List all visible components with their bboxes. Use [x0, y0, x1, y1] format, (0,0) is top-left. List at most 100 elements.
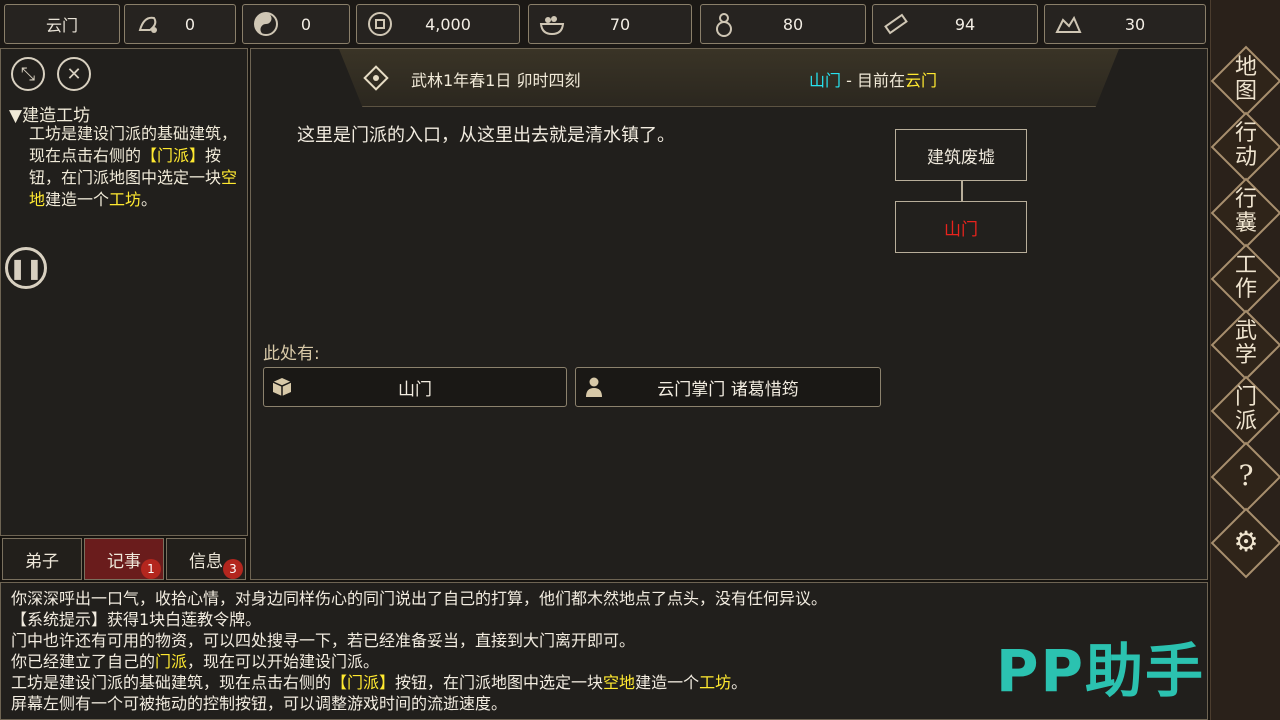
game-date: 武林1年春1日 卯时四刻	[411, 71, 581, 90]
log-text: 。	[731, 673, 748, 692]
quest-panel: ⤡ ✕ ▼建造工坊 工坊是建设门派的基础建筑，现在点击右侧的【门派】按钮，在门派…	[0, 48, 248, 536]
quest-text: 建造一个	[45, 190, 110, 209]
log-text: 按钮，在门派地图中选定一块	[395, 673, 604, 692]
reputation-resource[interactable]: 0	[124, 4, 236, 44]
label-char: 工	[1234, 253, 1257, 278]
collapse-button[interactable]: ⤡	[11, 57, 45, 91]
yinyang-resource[interactable]: 0	[242, 4, 350, 44]
map-node-label: 山门	[944, 219, 978, 240]
box-icon	[264, 376, 300, 398]
left-tabs: 弟子 记事 1 信息 3	[0, 538, 248, 580]
gourd-icon	[707, 7, 741, 41]
tab-journal[interactable]: 记事 1	[84, 538, 164, 580]
log-highlight: 空地	[603, 673, 636, 692]
log-line: 工坊是建设门派的基础建筑，现在点击右侧的【门派】按钮，在门派地图中选定一块空地建…	[11, 672, 747, 693]
map-node-label: 建筑废墟	[927, 147, 995, 168]
log-highlight: 工坊	[699, 673, 732, 692]
wood-value: 94	[954, 14, 976, 34]
log-line: 你深深呼出一口气，收拾心情，对身边同样伤心的同门说出了自己的打算，他们都木然地点…	[11, 589, 828, 608]
log-text: ，现在可以开始建设门派。	[187, 652, 380, 671]
collapse-icon: ⤡	[20, 63, 36, 85]
compass-icon[interactable]	[361, 63, 391, 97]
log-text: 工坊是建设门派的基础建筑，现在点击右侧的	[11, 673, 332, 692]
quest-highlight-workshop: 工坊	[109, 190, 142, 209]
log-highlight: 【门派】	[331, 673, 396, 692]
sect-button-label[interactable]: 门派	[1211, 386, 1280, 434]
sect-name-box[interactable]: 云门	[4, 4, 120, 44]
log-line: 屏幕左侧有一个可被拖动的控制按钮，可以调整游戏时间的流逝速度。	[11, 694, 508, 713]
quest-text: 。	[141, 190, 158, 209]
ore-resource[interactable]: 30	[1044, 4, 1206, 44]
tab-disciples[interactable]: 弟子	[2, 538, 82, 580]
tab-label: 记事	[107, 551, 141, 572]
coin-resource[interactable]: 4,000	[356, 4, 520, 44]
log-line: 【系统提示】获得1块白莲教令牌。	[11, 610, 262, 629]
side-menu: 地图 行动 行囊 工作 武学 门派 ? ⚙	[1210, 0, 1280, 720]
work-button-label[interactable]: 工作	[1211, 254, 1280, 302]
label-char: 武	[1234, 319, 1257, 344]
food-resource[interactable]: 70	[528, 4, 692, 44]
log-line: 门中也许还有可用的物资，可以四处搜寻一下，若已经准备妥当，直接到大门离开即可。	[11, 631, 636, 650]
pause-button[interactable]: ❚❚	[5, 247, 47, 289]
ore-value: 30	[1124, 14, 1146, 34]
entity-gate[interactable]: 山门	[263, 367, 567, 407]
label-char: 行	[1234, 121, 1257, 146]
food-value: 70	[609, 14, 631, 34]
location-prefix: 目前在	[856, 71, 905, 90]
tab-label: 信息	[189, 551, 223, 572]
pause-icon: ❚❚	[9, 256, 43, 280]
person-icon	[576, 376, 612, 398]
action-button-label[interactable]: 行动	[1211, 122, 1280, 170]
entity-name: 云门掌门 诸葛惜筠	[657, 379, 799, 400]
martial-arts-button-label[interactable]: 武学	[1211, 320, 1280, 368]
sect-name: 云门	[45, 16, 78, 35]
log-text: 你已经建立了自己的	[11, 652, 156, 671]
close-icon: ✕	[66, 63, 82, 85]
tab-messages[interactable]: 信息 3	[166, 538, 246, 580]
entity-name: 山门	[398, 379, 432, 400]
current-place: 云门	[905, 71, 938, 90]
label-char: 囊	[1234, 211, 1257, 236]
food-bowl-icon	[535, 7, 569, 41]
close-button[interactable]: ✕	[57, 57, 91, 91]
messages-badge: 3	[223, 559, 243, 579]
label-char: 学	[1234, 343, 1257, 368]
inventory-button-label[interactable]: 行囊	[1211, 188, 1280, 236]
entity-sect-leader[interactable]: 云门掌门 诸葛惜筠	[575, 367, 881, 407]
gourd-resource[interactable]: 80	[700, 4, 866, 44]
log-text: 建造一个	[635, 673, 700, 692]
gear-icon[interactable]: ⚙	[1211, 528, 1280, 556]
quest-highlight-sect-button: 【门派】	[141, 146, 206, 165]
map-node-current[interactable]: 山门	[895, 201, 1027, 253]
yinyang-value: 0	[300, 14, 312, 34]
label-char: 门	[1234, 385, 1257, 410]
tab-label: 弟子	[25, 551, 59, 572]
ore-icon	[1051, 7, 1085, 41]
location-name: 山门	[809, 71, 842, 90]
label-char: 动	[1234, 145, 1257, 170]
reputation-value: 0	[184, 14, 196, 34]
journal-badge: 1	[141, 559, 161, 579]
here-label: 此处有:	[263, 344, 320, 364]
yin-yang-icon	[249, 7, 283, 41]
time-location-banner: 武林1年春1日 卯时四刻 山门 - 目前在云门	[339, 49, 1119, 107]
help-icon[interactable]: ?	[1211, 462, 1280, 490]
wood-resource[interactable]: 94	[872, 4, 1038, 44]
map-node-ruins[interactable]: 建筑废墟	[895, 129, 1027, 181]
log-highlight: 门派	[155, 652, 188, 671]
label-char: 派	[1234, 409, 1257, 434]
coin-icon	[363, 7, 397, 41]
map-button-label[interactable]: 地图	[1211, 56, 1280, 104]
label-char: 地	[1234, 55, 1257, 80]
scene-description: 这里是门派的入口，从这里出去就是清水镇了。	[297, 125, 675, 146]
wood-log-icon	[879, 7, 913, 41]
resource-bar: 云门 0 0 4,000 70 80 94 30	[0, 0, 1210, 48]
quest-description: 工坊是建设门派的基础建筑，现在点击右侧的【门派】按钮，在门派地图中选定一块空地建…	[29, 123, 241, 211]
gourd-value: 80	[782, 14, 804, 34]
reputation-icon	[131, 7, 165, 41]
location-separator: -	[846, 71, 852, 90]
map-connector	[961, 181, 963, 201]
label-char: 行	[1234, 187, 1257, 212]
scene-panel: 武林1年春1日 卯时四刻 山门 - 目前在云门 这里是门派的入口，从这里出去就是…	[250, 48, 1208, 580]
coin-value: 4,000	[425, 14, 471, 34]
